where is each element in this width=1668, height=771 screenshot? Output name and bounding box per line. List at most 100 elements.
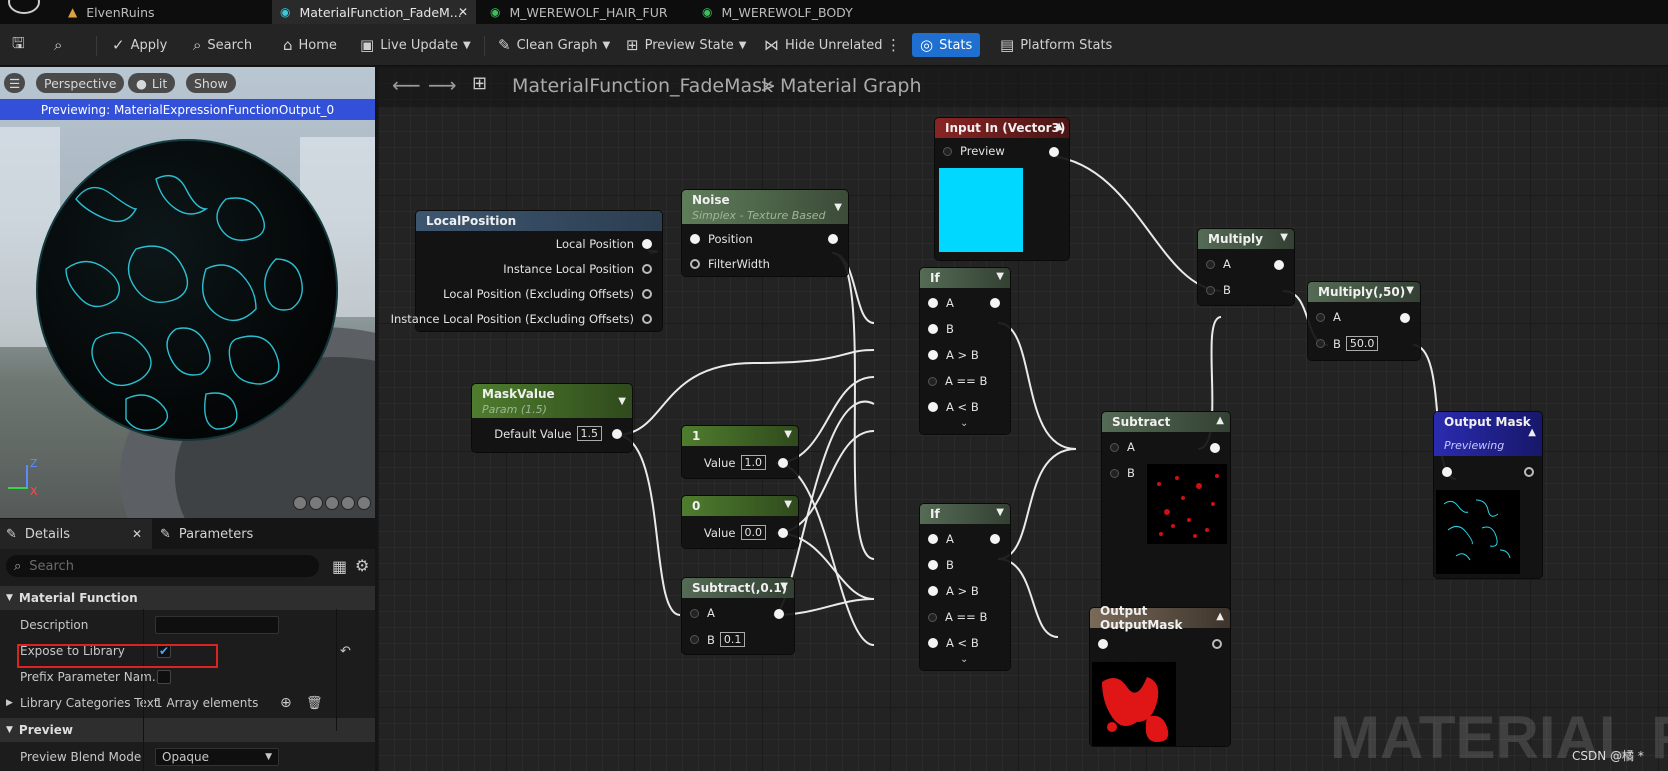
pin-a-equals-b[interactable]: A == B	[928, 610, 987, 624]
node-if-2[interactable]: If ▼ A B A > B A == B A < B ⌄	[920, 504, 1010, 670]
chevron-down-icon[interactable]: ▼	[996, 271, 1004, 282]
pin-a-greater-b[interactable]: A > B	[928, 348, 979, 362]
node-multiply-50[interactable]: Multiply(,50) ▼ A B 50.0	[1308, 282, 1420, 360]
browse-icon[interactable]: ⌕	[54, 33, 68, 57]
reset-to-default-icon[interactable]: ↶	[340, 644, 351, 659]
node-output-mask[interactable]: Output Mask Previewing ▲	[1434, 412, 1542, 578]
pin-b[interactable]: B 50.0	[1316, 336, 1379, 351]
pin-a-less-b[interactable]: A < B	[928, 400, 979, 414]
delete-icon[interactable]: 🗑	[306, 696, 323, 711]
pin-filterwidth[interactable]: FilterWidth	[690, 257, 770, 271]
details-search-input[interactable]: ⌕ Search	[6, 555, 319, 577]
home-button[interactable]: ⌂ Home	[283, 33, 337, 57]
pin-value[interactable]: Value 1.0	[704, 455, 788, 470]
chevron-down-icon[interactable]: ▼	[1406, 285, 1414, 296]
cylinder-preview-icon[interactable]	[293, 496, 307, 510]
stats-button[interactable]: ◎ Stats	[912, 33, 981, 57]
pin-default-value[interactable]: Default Value 1.5	[494, 426, 622, 441]
preview-state-button[interactable]: ⊞ Preview State ▼	[626, 33, 746, 57]
close-tab-icon[interactable]: ✕	[458, 5, 468, 19]
node-mask-value[interactable]: MaskValue Param (1.5) ▼ Default Value 1.5	[472, 384, 632, 452]
chevron-down-icon[interactable]: ▼	[784, 429, 792, 440]
pin-output-icon[interactable]	[990, 534, 1000, 544]
pin-output-icon[interactable]	[990, 298, 1000, 308]
pin-output-icon[interactable]	[1274, 260, 1284, 270]
sphere-preview-icon[interactable]	[309, 496, 323, 510]
perspective-button[interactable]: Perspective	[36, 73, 125, 93]
chevron-up-icon[interactable]: ▲	[1216, 415, 1224, 426]
pin-output-icon[interactable]	[1210, 443, 1220, 453]
pin-b[interactable]: B	[1206, 283, 1231, 297]
prefix-checkbox[interactable]	[157, 670, 171, 684]
platform-stats-button[interactable]: ▤ Platform Stats	[1000, 33, 1112, 57]
tab-details[interactable]: ✎ Details ✕	[0, 519, 152, 549]
node-multiply[interactable]: Multiply ▼ A B	[1198, 229, 1294, 305]
pin-output-icon[interactable]	[1400, 313, 1410, 323]
close-tab-icon[interactable]: ✕	[132, 527, 142, 541]
search-button[interactable]: ⌕ Search	[193, 33, 252, 57]
node-constant-1[interactable]: 1 ▼ Value 1.0	[682, 426, 798, 478]
chevron-up-icon[interactable]: ▲	[1216, 611, 1224, 622]
add-element-icon[interactable]: ⊕	[280, 695, 292, 711]
node-noise[interactable]: Noise Simplex - Texture Based ▼ Position…	[682, 190, 848, 276]
pin-a-less-b[interactable]: A < B	[928, 636, 979, 650]
pin-b[interactable]: B	[1110, 466, 1135, 480]
node-subtract[interactable]: Subtract ▲ A B	[1102, 412, 1230, 624]
pin-a[interactable]: A	[1206, 257, 1231, 271]
pin-a-equals-b[interactable]: A == B	[928, 374, 987, 388]
teapot-preview-icon[interactable]	[357, 496, 371, 510]
tab-werewolf-hair[interactable]: ◉ M_WEREWOLF_HAIR_FUR	[490, 0, 700, 24]
default-value-field[interactable]: 1.5	[576, 426, 602, 441]
b-value-field[interactable]: 50.0	[1345, 336, 1379, 351]
node-subtract-01[interactable]: Subtract(,0.1) ▼ A B 0.1	[682, 578, 794, 654]
chevron-down-icon[interactable]: ▼	[784, 499, 792, 510]
chevron-down-icon[interactable]: ▼	[834, 202, 842, 213]
pin-b[interactable]: B 0.1	[690, 632, 746, 647]
pin-a[interactable]: A	[1316, 310, 1341, 324]
value-field[interactable]: 1.0	[740, 455, 766, 470]
pin-instance-local-position-excl[interactable]: Instance Local Position (Excluding Offse…	[391, 312, 652, 326]
tab-parameters[interactable]: ✎ Parameters	[160, 519, 310, 549]
pin-output-icon[interactable]	[1049, 147, 1059, 157]
material-graph-canvas[interactable]: ⟵ ⟶ ⊞ MaterialFunction_FadeMask > Materi…	[378, 67, 1668, 771]
pin-output-icon[interactable]	[1524, 467, 1534, 477]
pin-a[interactable]: A	[928, 532, 954, 546]
value-field[interactable]: 0.0	[740, 525, 766, 540]
unreal-logo-icon[interactable]	[8, 0, 40, 14]
description-field[interactable]	[155, 616, 279, 634]
expand-node-icon[interactable]: ⌄	[960, 654, 968, 665]
more-options-icon[interactable]: ⋮	[886, 33, 907, 57]
pin-a[interactable]: A	[690, 606, 715, 620]
collapsed-arrow-icon[interactable]: ▶	[6, 698, 13, 708]
pin-position[interactable]: Position	[690, 232, 753, 246]
clean-graph-button[interactable]: ✎ Clean Graph ▼	[498, 33, 610, 57]
pin-b[interactable]: B	[928, 558, 954, 572]
pin-a[interactable]: A	[1110, 440, 1135, 454]
tab-elvenruins[interactable]: ▲ ElvenRuins	[60, 0, 270, 24]
pin-input-icon[interactable]	[1098, 639, 1108, 649]
expand-node-icon[interactable]: ⌄	[960, 418, 968, 429]
lit-button[interactable]: ● Lit	[128, 73, 176, 93]
tab-werewolf-body[interactable]: ◉ M_WEREWOLF_BODY	[702, 0, 912, 24]
save-icon[interactable]: 🖫	[12, 33, 31, 57]
pin-output-icon[interactable]	[774, 609, 784, 619]
chevron-down-icon[interactable]: ▼	[996, 507, 1004, 518]
blend-mode-dropdown[interactable]: Opaque ▼	[155, 748, 279, 766]
pin-input-icon[interactable]	[1442, 467, 1452, 477]
show-button[interactable]: Show	[186, 73, 236, 93]
live-update-button[interactable]: ▣ Live Update ▼	[360, 33, 471, 57]
viewport-menu-icon[interactable]: ☰	[4, 73, 26, 93]
node-if-1[interactable]: If ▼ A B A > B A == B A < B ⌄	[920, 268, 1010, 434]
pin-preview[interactable]: Preview	[943, 144, 1005, 158]
chevron-up-icon[interactable]: ▲	[1528, 427, 1536, 438]
pin-a[interactable]: A	[928, 296, 954, 310]
node-input-in[interactable]: Input In (Vector3) ▲ Preview	[935, 118, 1069, 260]
pin-local-position[interactable]: Local Position	[556, 237, 652, 251]
chevron-down-icon[interactable]: ▼	[780, 581, 788, 592]
section-preview[interactable]: ▼ Preview	[0, 718, 375, 742]
pin-value[interactable]: Value 0.0	[704, 525, 788, 540]
preview-viewport[interactable]: ☰ Perspective ● Lit Show Previewing: Mate…	[0, 67, 375, 518]
chevron-down-icon[interactable]: ▼	[618, 396, 626, 407]
apply-button[interactable]: ✓ Apply	[112, 33, 167, 57]
tab-materialfunction[interactable]: ◉ MaterialFunction_FadeM... ✕	[272, 0, 476, 24]
